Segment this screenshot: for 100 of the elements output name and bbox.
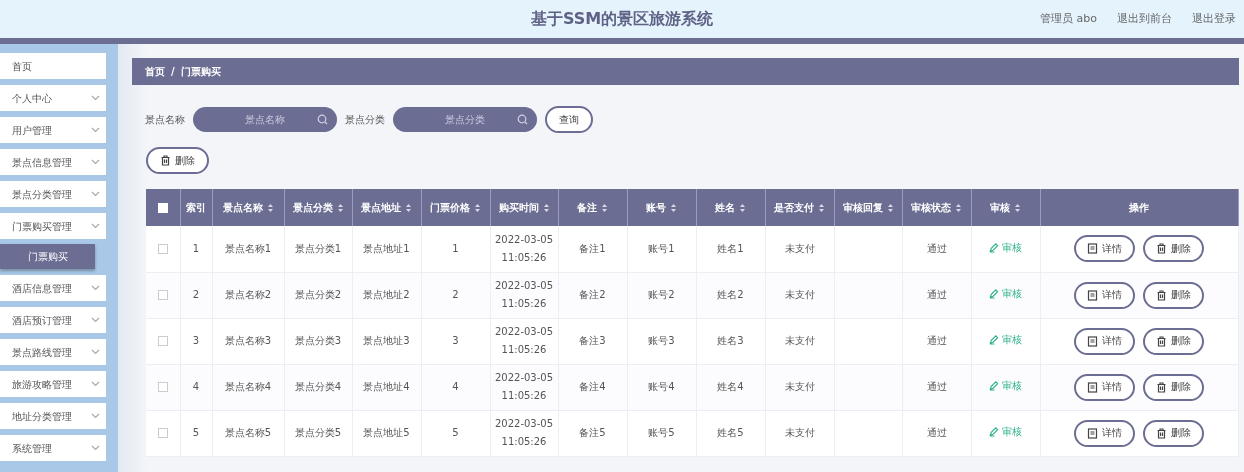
- sidebar-item[interactable]: 地址分类管理: [0, 403, 106, 429]
- details-button[interactable]: 详情: [1074, 327, 1135, 355]
- details-button[interactable]: 详情: [1074, 281, 1135, 309]
- row-checkbox[interactable]: [157, 243, 168, 254]
- sidebar-item[interactable]: 系统管理: [0, 435, 106, 461]
- search-icon: [517, 114, 528, 125]
- table-cell: 景点地址1: [363, 242, 410, 254]
- pencil-icon: [989, 242, 999, 253]
- table-cell: 景点分类2: [294, 289, 342, 300]
- table-cell: 未支付: [784, 427, 815, 438]
- table-cell: 2022-03-05 11:05:26: [494, 326, 554, 355]
- sort-icon: [405, 202, 412, 213]
- sidebar-subitem[interactable]: 门票购买: [0, 244, 95, 269]
- table-cell: 景点分类1: [294, 242, 342, 254]
- sidebar-item[interactable]: 首页: [0, 53, 106, 79]
- table-cell: 2022-03-05 11:05:26: [494, 280, 554, 309]
- table-cell: 2022-03-05 11:05:26: [494, 418, 554, 447]
- search-field[interactable]: 景点名称: [193, 107, 337, 132]
- column-header: 索引: [186, 201, 206, 215]
- sort-icon: [739, 202, 746, 213]
- table-cell: 姓名2: [717, 289, 744, 300]
- table-cell: 景点名称5: [224, 427, 272, 438]
- search-button[interactable]: 查询: [545, 106, 593, 133]
- table-cell: 姓名3: [717, 335, 744, 346]
- table-cell: 1: [452, 242, 459, 254]
- table-cell: 备注3: [579, 335, 606, 346]
- sidebar-item[interactable]: 用户管理: [0, 117, 106, 143]
- details-button[interactable]: 详情: [1074, 235, 1135, 263]
- table-cell: 2: [452, 289, 459, 300]
- page-title: 基于SSM的景区旅游系统: [530, 8, 714, 30]
- row-checkbox[interactable]: [157, 336, 168, 346]
- table-cell: 通过: [926, 427, 947, 438]
- select-all-checkbox[interactable]: [157, 203, 168, 213]
- sidebar-item[interactable]: 酒店预订管理: [0, 307, 106, 333]
- user-label: 管理员 abo: [1040, 10, 1097, 27]
- table-cell: 景点分类5: [294, 427, 342, 438]
- table-cell: 备注5: [579, 427, 606, 438]
- trash-icon: [1156, 427, 1167, 439]
- details-button[interactable]: 详情: [1074, 419, 1135, 447]
- trash-icon: [1156, 289, 1167, 301]
- table-cell: 4: [192, 381, 200, 392]
- row-checkbox[interactable]: [157, 382, 168, 392]
- field-label: 景点名称: [145, 113, 185, 127]
- delete-button[interactable]: 删除: [1143, 373, 1204, 401]
- delete-button[interactable]: 删除: [1143, 235, 1204, 263]
- sidebar-item[interactable]: 旅游攻略管理: [0, 371, 106, 397]
- header-link[interactable]: 退出登录: [1192, 10, 1236, 28]
- search-field[interactable]: 景点分类: [393, 107, 537, 132]
- sidebar-item[interactable]: 景点路线管理: [0, 339, 106, 365]
- sort-icon: [955, 202, 962, 213]
- trash-icon: [160, 155, 171, 166]
- table-cell: 5: [192, 427, 200, 438]
- field-label: 景点分类: [345, 113, 385, 127]
- table-cell: 姓名4: [717, 381, 744, 392]
- delete-button[interactable]: 删除: [1143, 419, 1204, 447]
- sort-icon: [1014, 202, 1021, 213]
- table-cell: 账号5: [648, 427, 675, 438]
- trash-icon: [1156, 243, 1167, 255]
- document-icon: [1087, 335, 1098, 347]
- sidebar-item[interactable]: 景点分类管理: [0, 181, 106, 207]
- pencil-icon: [989, 334, 999, 346]
- sidebar-item[interactable]: 门票购买管理: [0, 213, 106, 239]
- table-cell: 通过: [926, 242, 947, 254]
- delete-button[interactable]: 删除: [1143, 327, 1204, 355]
- row-checkbox[interactable]: [157, 428, 168, 438]
- details-button[interactable]: 详情: [1074, 373, 1135, 401]
- delete-button[interactable]: 删除: [1143, 281, 1204, 309]
- column-header[interactable]: 账号: [646, 200, 677, 215]
- table-cell: 3: [452, 335, 459, 346]
- column-header[interactable]: 姓名: [715, 200, 746, 215]
- sort-icon: [336, 202, 344, 213]
- pencil-icon: [989, 288, 999, 300]
- breadcrumb-separator: /: [171, 65, 175, 79]
- table-cell: 未支付: [784, 242, 815, 254]
- delete-button[interactable]: 删除: [146, 147, 209, 174]
- sidebar-item[interactable]: 景点信息管理: [0, 149, 106, 175]
- table-cell: 备注2: [579, 289, 606, 300]
- table-cell: 5: [452, 427, 459, 438]
- table-cell: 姓名5: [717, 427, 744, 438]
- sort-icon: [670, 202, 677, 213]
- column-header: 操作: [1129, 201, 1149, 215]
- sidebar-item[interactable]: 个人中心: [0, 85, 106, 111]
- column-header[interactable]: 审核: [990, 200, 1021, 215]
- table-cell: 账号2: [648, 289, 675, 300]
- table-cell: 景点地址5: [363, 427, 410, 438]
- table-cell: 2: [192, 289, 200, 300]
- header-link[interactable]: 退出到前台: [1117, 10, 1172, 28]
- column-header[interactable]: 备注: [577, 200, 608, 215]
- table-cell: 备注4: [579, 381, 606, 392]
- table-cell: 景点地址4: [363, 381, 410, 392]
- table-cell: 未支付: [784, 289, 815, 300]
- document-icon: [1087, 243, 1098, 255]
- breadcrumb-link[interactable]: 首页: [145, 64, 165, 79]
- row-checkbox[interactable]: [157, 290, 168, 300]
- table-cell: 账号1: [648, 242, 675, 254]
- table-cell: 通过: [926, 335, 947, 346]
- sort-icon: [266, 202, 274, 213]
- sidebar-item[interactable]: 酒店信息管理: [0, 275, 106, 301]
- table-cell: 景点分类3: [294, 335, 342, 346]
- table-cell: 景点名称4: [224, 381, 272, 392]
